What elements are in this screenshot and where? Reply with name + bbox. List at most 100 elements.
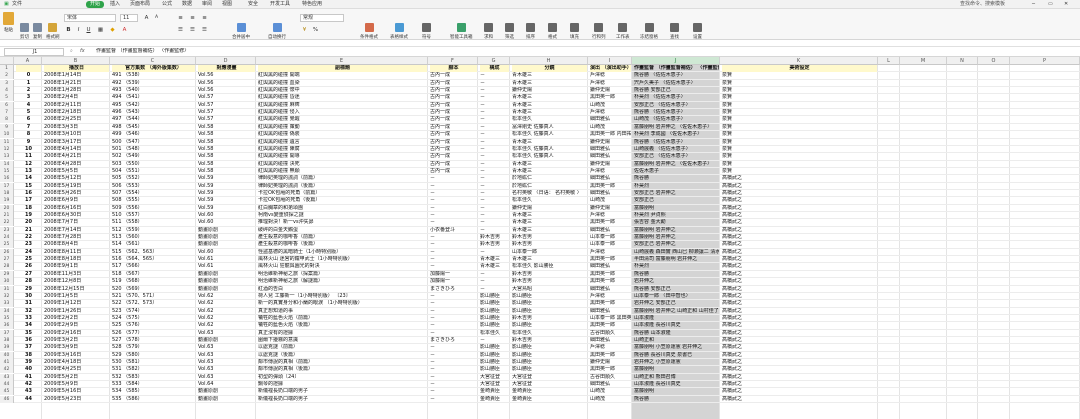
cell-B[interactable]: 2008年9月1日 xyxy=(44,263,109,270)
cell-I[interactable]: 細田雅弘 xyxy=(590,308,631,315)
cell-B[interactable]: 2008年6月30日 xyxy=(44,212,109,219)
cell-H[interactable]: 青木雄三 xyxy=(512,72,587,79)
cell-H[interactable]: 青木雄三 xyxy=(512,168,587,175)
cell-G[interactable]: 松本佳久 xyxy=(480,330,509,337)
cell-G[interactable]: 影山勝臣 xyxy=(480,315,509,322)
cond-button[interactable]: 条件格式 xyxy=(360,23,378,40)
cell-I[interactable]: 黒田英一郎 xyxy=(590,256,631,263)
cell-K[interactable]: 高橋武之 xyxy=(722,396,877,403)
cell-C[interactable]: 527 （578） xyxy=(112,337,195,344)
number-format-select[interactable]: 常规 xyxy=(300,14,344,22)
cell-D[interactable]: Vol.58 xyxy=(198,161,255,168)
align-top-icon[interactable]: ≡ xyxy=(176,14,185,22)
row-header[interactable]: 37 xyxy=(0,329,14,337)
cell-B[interactable]: 2008年6月9日 xyxy=(44,197,109,204)
restore-icon[interactable]: ▭ xyxy=(1048,1,1053,8)
cell-I[interactable]: 細田雅弘 xyxy=(590,190,631,197)
cell-F[interactable]: 古內一成 xyxy=(430,124,477,131)
cell-I[interactable]: 細田雅弘 xyxy=(590,153,631,160)
cell-F[interactable]: 古內一成 xyxy=(430,146,477,153)
cell-J[interactable]: 山本泰一郎 〈田中智也〉 xyxy=(634,293,719,300)
cell-G[interactable]: － xyxy=(480,168,509,175)
cell-H[interactable]: 鈴木吉男 xyxy=(512,234,587,241)
cell-D[interactable]: Vol.58 xyxy=(198,124,255,131)
cell-K[interactable]: 高橋武之 xyxy=(722,212,877,219)
cell-G[interactable]: － xyxy=(480,102,509,109)
cell-H[interactable]: 松本佳久 佐藤真人 xyxy=(512,153,587,160)
cell-A[interactable]: 23 xyxy=(16,241,41,248)
cell-A[interactable]: 42 xyxy=(16,381,41,388)
cut-button[interactable]: 剪切 xyxy=(20,23,29,40)
cell-H[interactable]: 青木雄三 xyxy=(512,219,587,226)
cell-C[interactable]: 503 （550） xyxy=(112,161,195,168)
cell-G[interactable]: － xyxy=(480,227,509,234)
cell-J[interactable]: 山本淑隆 長谷川真史 xyxy=(634,381,719,388)
cell-G[interactable]: 鈴木吉男 xyxy=(480,234,509,241)
cell-B[interactable]: 2009年4月25日 xyxy=(44,366,109,373)
cell-H[interactable]: 鈴木吉男 xyxy=(512,241,587,248)
cell-K[interactable]: 泉賢 xyxy=(722,102,877,109)
cell-E[interactable]: 紅與黑的碰撞 偽裝 xyxy=(258,131,427,138)
cell-D[interactable]: Vol.57 xyxy=(198,116,255,123)
close-icon[interactable]: ✕ xyxy=(1064,1,1068,8)
cell-K[interactable]: 高橋武之 xyxy=(722,286,877,293)
cell-I[interactable]: 黒田英一郎 xyxy=(590,300,631,307)
cell-D[interactable]: Vol.61 xyxy=(198,256,255,263)
cell-K[interactable]: 高橋武之 xyxy=(722,183,877,190)
cell-K[interactable]: 高橋武之 xyxy=(722,330,877,337)
cell-I[interactable]: 黒田英一郎 xyxy=(590,352,631,359)
cell-C[interactable]: 519 （568） xyxy=(112,278,195,285)
cell-C[interactable]: 521 （570、571） xyxy=(112,293,195,300)
cell-K[interactable]: 泉賢 xyxy=(722,146,877,153)
cell-H[interactable]: 青木雄三 xyxy=(512,139,587,146)
cell-C[interactable]: 509 （556） xyxy=(112,205,195,212)
cell-J[interactable]: 熊谷勝 〈佐佐木恵子〉 xyxy=(634,139,719,146)
cell-F[interactable]: － xyxy=(430,241,477,248)
cell-I[interactable]: 細田雅弘 xyxy=(590,286,631,293)
cell-A[interactable]: 25 xyxy=(16,256,41,263)
menu-tab[interactable]: 安全 xyxy=(248,1,258,8)
cell-F[interactable]: － xyxy=(430,205,477,212)
cell-K[interactable]: 高橋武之 xyxy=(722,205,877,212)
cell-J[interactable]: 朴昊烈 李成國 〈佐佐木恵子〉 xyxy=(634,131,719,138)
cell-J[interactable]: 富藤朋明 岩井伸之 xyxy=(634,234,719,241)
menu-tab[interactable]: 数据 xyxy=(182,1,192,8)
cell-I[interactable]: 山崎茂 xyxy=(590,102,631,109)
cell-B[interactable]: 2008年5月19日 xyxy=(44,183,109,190)
cell-B[interactable]: 2009年5月23日 xyxy=(44,396,109,403)
cell-F[interactable]: － xyxy=(430,300,477,307)
cell-K[interactable]: 高橋武之 xyxy=(722,381,877,388)
cell-C[interactable]: 495 （542） xyxy=(112,102,195,109)
freeze-button[interactable]: 冻结窗格 xyxy=(640,23,658,40)
cell-E[interactable]: 新一的真實身分和小蘭的眼淚 （1小時特別版） xyxy=(258,300,427,307)
cell-F[interactable]: 古內一成 xyxy=(430,80,477,87)
grow-font-button[interactable]: A xyxy=(142,14,151,22)
cell-J[interactable]: 山崎正和 xyxy=(634,337,719,344)
cell-E[interactable]: 真正想知道的事 xyxy=(258,308,427,315)
cell-C[interactable]: 526 （577） xyxy=(112,330,195,337)
cell-D[interactable]: 動畫原創 xyxy=(198,388,255,395)
cell-I[interactable]: 戶澤稔 xyxy=(590,249,631,256)
cell-G[interactable]: 青木雄三 xyxy=(480,263,509,270)
cell-J[interactable]: 熊谷勝 xyxy=(634,175,719,182)
cell-D[interactable]: Vol.59 xyxy=(198,183,255,190)
cell-F[interactable]: － xyxy=(430,249,477,256)
cell-H[interactable]: 影山勝臣 xyxy=(512,308,587,315)
cell-I[interactable]: 山崎茂 xyxy=(590,396,631,403)
cell-C[interactable]: 532 （583） xyxy=(112,374,195,381)
cell-H[interactable]: 鈴木吉男 xyxy=(512,271,587,278)
cell-E[interactable]: 推理對決！新一vs沖矢昴 xyxy=(258,219,427,226)
cell-J[interactable]: 宍戶久美子 〈佐佐木恵子〉 xyxy=(634,80,719,87)
column-header-L[interactable]: L xyxy=(878,57,900,65)
cell-C[interactable]: 494 （541） xyxy=(112,94,195,101)
menu-tab[interactable]: 视图 xyxy=(222,1,232,8)
cell-A[interactable]: 29 xyxy=(16,286,41,293)
cell-E[interactable]: 破碎的白金天鵝蛋 xyxy=(258,227,427,234)
cell-A[interactable]: 39 xyxy=(16,359,41,366)
row-header[interactable]: 21 xyxy=(0,212,14,219)
row-header[interactable]: 18 xyxy=(0,189,14,197)
cell-K[interactable]: 高橋武之 xyxy=(722,366,877,373)
cell-A[interactable]: 44 xyxy=(16,396,41,403)
paste-button[interactable]: 粘贴 xyxy=(3,12,14,33)
cell-K[interactable]: 泉賢 xyxy=(722,116,877,123)
